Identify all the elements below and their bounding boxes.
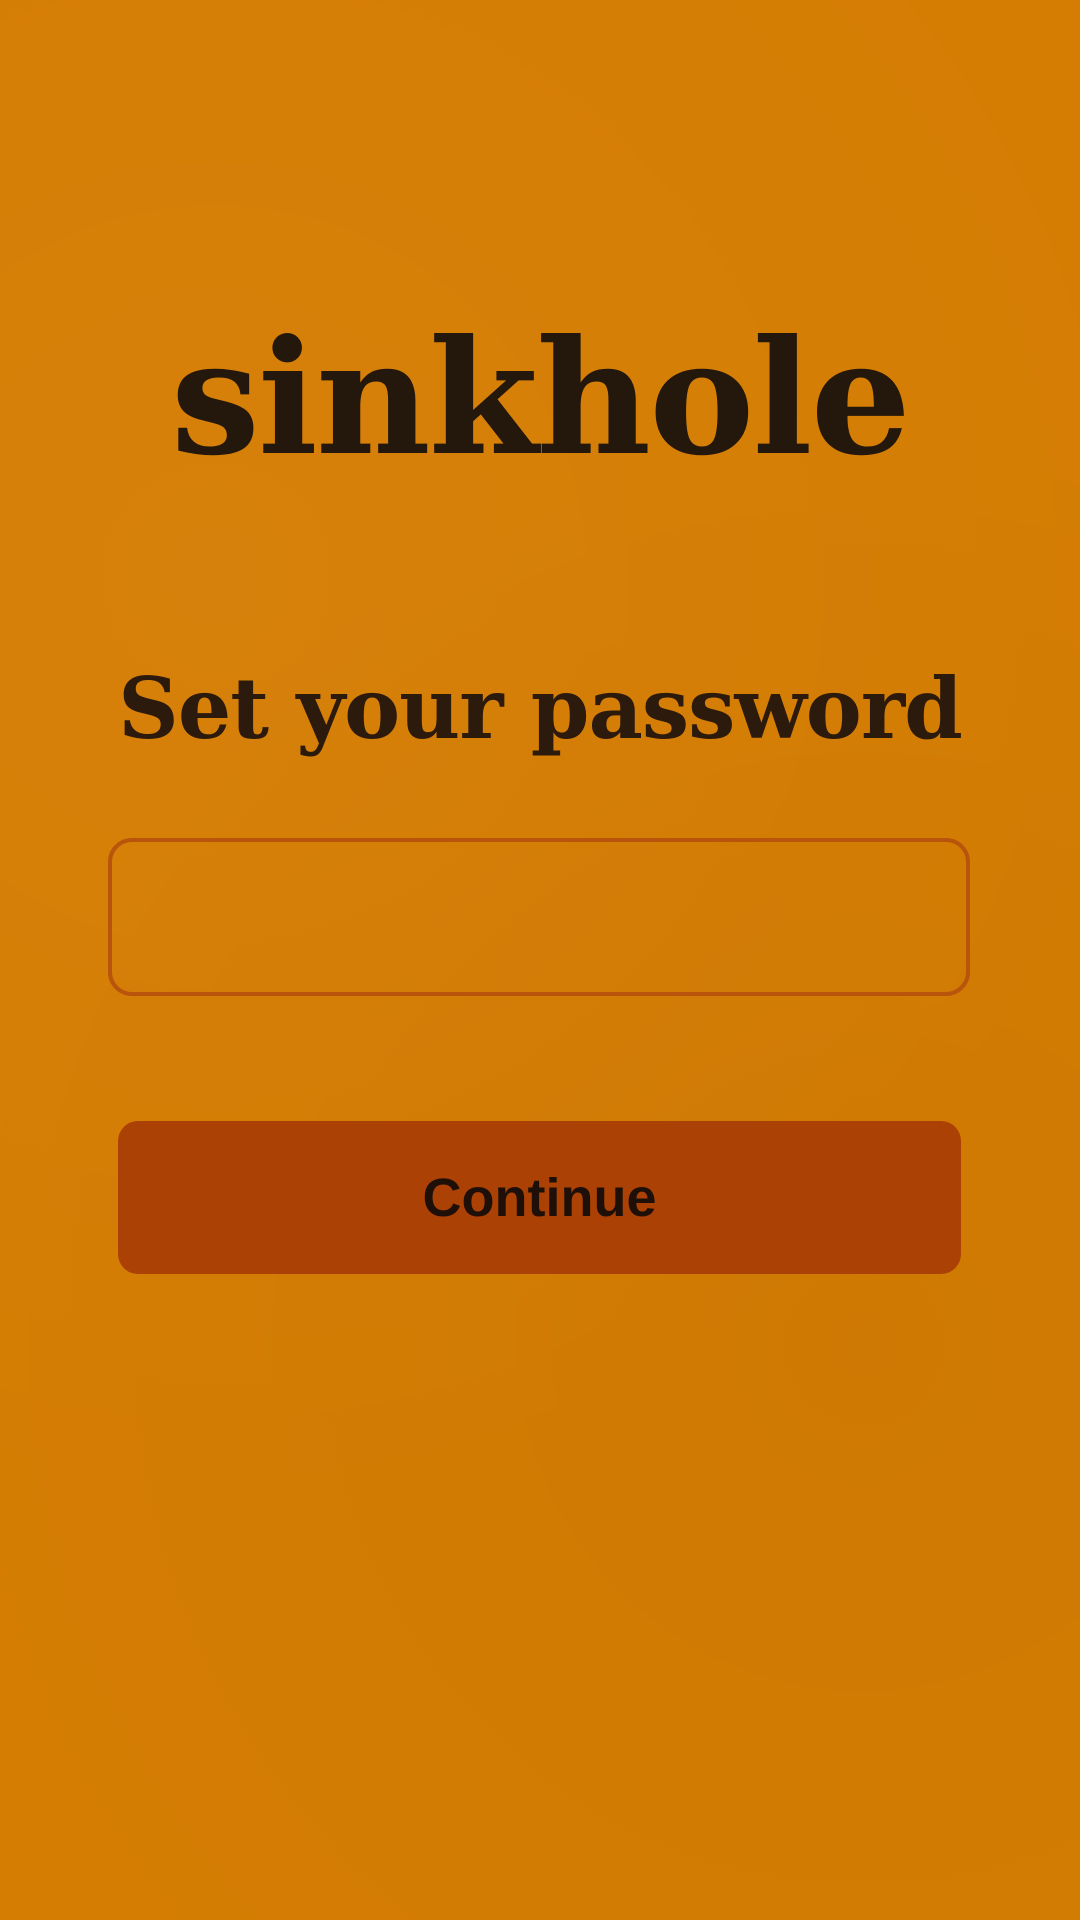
password-input[interactable]: [108, 838, 970, 996]
set-password-screen: sinkhole Set your password Continue: [0, 0, 1080, 1920]
page-title: Set your password: [118, 659, 963, 758]
app-logo-wordmark: sinkhole: [170, 306, 911, 491]
continue-button[interactable]: Continue: [118, 1121, 961, 1274]
